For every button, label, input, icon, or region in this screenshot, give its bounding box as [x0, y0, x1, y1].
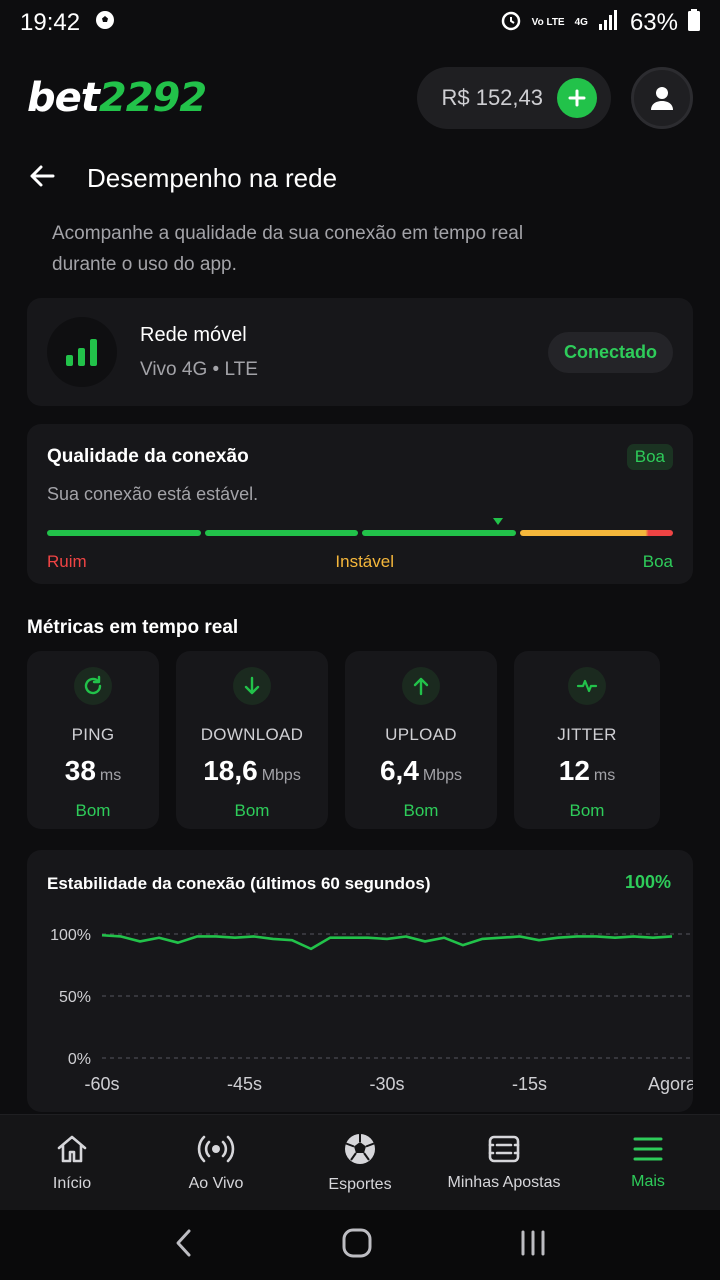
quality-label-bad: Ruim: [47, 552, 87, 571]
chart-title: Estabilidade da conexão (últimos 60 segu…: [47, 874, 431, 893]
pulse-icon: [568, 667, 606, 705]
stability-series-line: [101, 933, 673, 951]
bottom-navigation: Início Ao Vivo Esportes Minhas Apostas M…: [0, 1114, 720, 1210]
clock: 19:42: [20, 9, 81, 36]
metric-value: 6,4 Mbps: [379, 755, 463, 786]
download-icon: [233, 667, 271, 705]
x-tick-label: -45s: [227, 1074, 262, 1094]
signal-icon: [598, 9, 620, 38]
meter-segment: [47, 530, 201, 536]
page-title-row: Desempenho na rede: [27, 150, 337, 206]
add-funds-button[interactable]: [557, 78, 597, 118]
alarm-icon: [500, 9, 522, 38]
metric-card-jitter: JITTER 12 ms Bom: [514, 651, 660, 829]
y-tick-label: 100%: [50, 927, 91, 944]
meter-segment: [519, 530, 673, 536]
meter-segment: [204, 530, 358, 536]
quality-label-good: Boa: [642, 552, 673, 571]
signal-bars-icon: [47, 317, 117, 387]
status-bar: 19:42 Vo LTE 4G 63%: [0, 0, 720, 46]
metric-label: DOWNLOAD: [200, 725, 304, 744]
meter-segment: [362, 530, 516, 536]
nav-label: Início: [52, 1174, 92, 1192]
user-icon: [651, 87, 673, 110]
x-tick-label: -60s: [84, 1074, 119, 1094]
nav-item-esportes[interactable]: Esportes: [288, 1115, 432, 1210]
chart-current-value: 100%: [624, 872, 671, 892]
balance-amount: R$ 152,43: [441, 85, 543, 110]
ticket-icon: [488, 1135, 520, 1162]
soccer-notification-icon: [94, 9, 116, 38]
nav-item-ao-vivo[interactable]: Ao Vivo: [144, 1115, 288, 1210]
system-navigation-bar: [0, 1210, 720, 1280]
home-icon: [57, 1135, 87, 1162]
nav-label: Mais: [631, 1172, 665, 1190]
balance-pill[interactable]: R$ 152,43: [417, 67, 611, 129]
soccer-ball-icon: [345, 1133, 375, 1164]
nav-label: Minhas Apostas: [447, 1173, 561, 1191]
y-tick-label: 0%: [68, 1051, 91, 1068]
live-icon: [197, 1135, 235, 1162]
metric-status: Bom: [403, 801, 439, 820]
page-title: Desempenho na rede: [87, 162, 338, 193]
metric-card-upload: UPLOAD 6,4 Mbps Bom: [345, 651, 497, 829]
battery-icon: [688, 8, 700, 38]
x-tick-label: -15s: [512, 1074, 547, 1094]
connection-status-badge: Conectado: [547, 331, 673, 373]
quality-marker: [492, 518, 503, 525]
back-arrow-icon[interactable]: [27, 161, 57, 196]
stability-chart-card: 100% 50% 0% -60s -45s -30s -15s Agora Estabilid…: [27, 850, 693, 1112]
refresh-icon: [74, 667, 112, 705]
metric-status: Bom: [234, 801, 270, 820]
battery-level: 63%: [629, 9, 678, 36]
nav-item-mais[interactable]: Mais: [576, 1115, 720, 1210]
metric-label: JITTER: [557, 725, 617, 744]
user-avatar-button[interactable]: [631, 67, 693, 129]
quality-description: Sua conexão está estável.: [47, 484, 259, 504]
system-recents-icon[interactable]: [518, 1228, 548, 1263]
metric-card-ping: PING 38 ms Bom: [27, 651, 159, 829]
nav-label: Ao Vivo: [188, 1174, 244, 1192]
quality-badge: Boa: [626, 444, 673, 470]
metric-card-download: DOWNLOAD 18,6 Mbps Bom: [176, 651, 328, 829]
volte-indicator: Vo LTE: [531, 17, 565, 28]
system-home-icon[interactable]: [340, 1226, 374, 1265]
plus-icon: [568, 89, 586, 107]
metric-value: 12 ms: [558, 755, 616, 786]
menu-icon: [633, 1137, 663, 1160]
y-tick-label: 50%: [59, 989, 91, 1006]
quality-label-unstable: Instável: [335, 552, 394, 571]
x-tick-label: Agora: [648, 1074, 693, 1094]
network-carrier: Vivo 4G • LTE: [140, 358, 258, 380]
nav-item-inicio[interactable]: Início: [0, 1115, 144, 1210]
network-card: Rede móvel Vivo 4G • LTE Conectado: [27, 298, 693, 406]
quality-title: Qualidade da conexão: [47, 446, 249, 467]
metric-value: 38 ms: [64, 755, 122, 786]
nav-label: Esportes: [328, 1175, 392, 1193]
network-title: Rede móvel: [140, 323, 247, 346]
quality-meter: [47, 518, 673, 536]
nav-item-minhas-apostas[interactable]: Minhas Apostas: [432, 1115, 576, 1210]
metric-value: 18,6 Mbps: [203, 755, 301, 786]
app-header: bet2292 R$ 152,43: [0, 62, 720, 134]
metric-label: PING: [71, 725, 115, 744]
metrics-section-title: Métricas em tempo real: [27, 617, 239, 638]
metric-status: Bom: [75, 801, 111, 820]
brand-logo[interactable]: bet2292: [27, 75, 207, 121]
upload-icon: [402, 667, 440, 705]
system-back-icon[interactable]: [172, 1228, 196, 1263]
x-tick-label: -30s: [369, 1074, 404, 1094]
metric-status: Bom: [569, 801, 605, 820]
network-type: 4G: [574, 17, 588, 28]
connection-quality-card: Qualidade da conexão Boa Sua conexão est…: [27, 424, 693, 584]
page-subtitle: Acompanhe a qualidade da sua conexão em …: [52, 223, 524, 275]
metric-label: UPLOAD: [385, 725, 457, 744]
